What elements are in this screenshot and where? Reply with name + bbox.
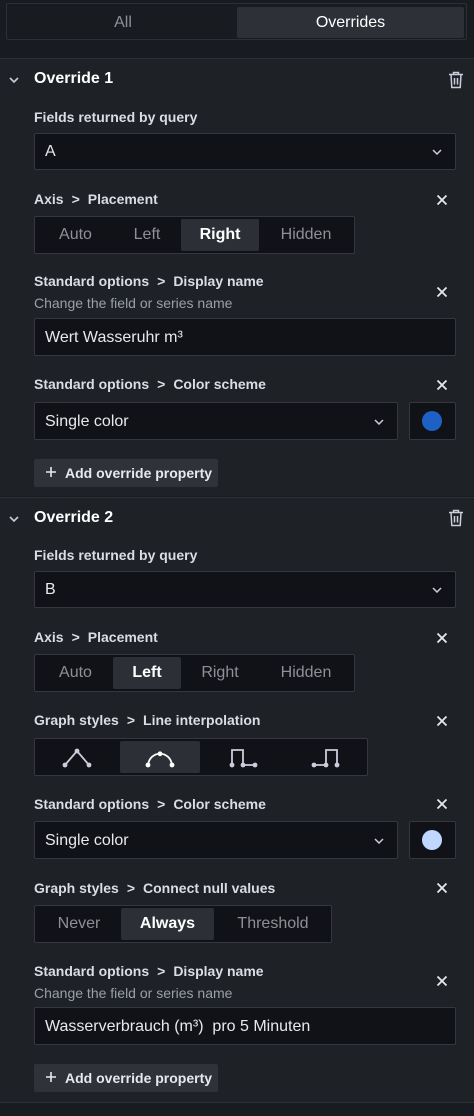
option-always[interactable]: Always [121, 908, 214, 940]
color-swatch-button[interactable] [409, 821, 456, 859]
option-linear[interactable] [37, 741, 117, 773]
display-name-input[interactable]: Wert Wasseruhr m³ [34, 318, 456, 356]
option-right[interactable]: Right [181, 657, 259, 689]
close-icon[interactable] [436, 379, 448, 391]
close-icon[interactable] [436, 882, 448, 894]
property-label-display-name: Standard options > Display name [34, 273, 264, 289]
override-1-title: Override 1 [34, 70, 114, 87]
plus-icon [46, 467, 56, 477]
connect-null-radio: Never Always Threshold [34, 905, 332, 943]
option-threshold[interactable]: Threshold [217, 908, 329, 940]
property-label-display-name: Standard options > Display name [34, 963, 264, 979]
plus-icon [46, 1072, 56, 1082]
display-name-value: Wert Wasseruhr m³ [45, 329, 183, 346]
close-icon[interactable] [436, 286, 448, 298]
tab-all[interactable]: All [10, 7, 236, 38]
color-swatch [422, 830, 442, 850]
option-step-before[interactable] [286, 741, 366, 773]
override-2-title: Override 2 [34, 509, 114, 526]
property-description: Change the field or series name [34, 295, 233, 311]
property-label-color-scheme: Standard options > Color scheme [34, 376, 266, 392]
chevron-down-icon [432, 587, 442, 593]
close-icon[interactable] [436, 715, 448, 727]
query-select[interactable]: B [34, 571, 456, 608]
close-icon[interactable] [436, 632, 448, 644]
chevron-down-icon [432, 149, 442, 155]
step-before-icon [311, 749, 340, 768]
chevron-down-icon [374, 419, 384, 425]
matcher-label: Fields returned by query [34, 109, 198, 125]
color-swatch-button[interactable] [409, 402, 456, 440]
line-interpolation-radio [34, 738, 368, 776]
property-label-color-scheme: Standard options > Color scheme [34, 796, 266, 812]
add-override-label: Add override property [65, 1070, 213, 1086]
axis-placement-radio: Auto Left Right Hidden [34, 654, 355, 692]
color-swatch [422, 411, 442, 431]
axis-placement-radio: Auto Left Right Hidden [34, 216, 355, 254]
property-label-connect-null: Graph styles > Connect null values [34, 880, 276, 896]
option-left[interactable]: Left [108, 219, 186, 251]
option-smooth[interactable] [120, 741, 200, 773]
add-override-label: Add override property [65, 465, 213, 481]
close-icon[interactable] [436, 975, 448, 987]
add-override-property-button[interactable]: Add override property [34, 459, 218, 487]
property-label-line-interpolation: Graph styles > Line interpolation [34, 712, 261, 728]
color-scheme-select[interactable]: Single color [34, 402, 398, 440]
tab-overrides[interactable]: Overrides [237, 7, 464, 38]
line-linear-icon [62, 748, 92, 768]
add-override-property-button[interactable]: Add override property [34, 1064, 218, 1092]
property-label-axis: Axis > Placement [34, 191, 158, 207]
chevron-down-icon[interactable] [8, 74, 20, 86]
color-scheme-value: Single color [45, 413, 129, 430]
close-icon[interactable] [436, 194, 448, 206]
option-right[interactable]: Right [181, 219, 259, 251]
line-smooth-icon [145, 751, 175, 768]
matcher-label: Fields returned by query [34, 547, 198, 563]
query-select-value: A [45, 143, 56, 160]
option-hidden[interactable]: Hidden [263, 657, 349, 689]
option-auto[interactable]: Auto [37, 657, 114, 689]
trash-icon[interactable] [448, 71, 464, 89]
tabs-bar: All Overrides [6, 3, 467, 40]
property-label-axis: Axis > Placement [34, 629, 158, 645]
query-select[interactable]: A [34, 133, 456, 170]
trash-icon[interactable] [448, 509, 464, 527]
close-icon[interactable] [436, 798, 448, 810]
color-scheme-value: Single color [45, 832, 129, 849]
option-never[interactable]: Never [37, 908, 121, 940]
display-name-input[interactable]: Wasserverbrauch (m³) pro 5 Minuten [34, 1007, 456, 1045]
option-hidden[interactable]: Hidden [263, 219, 349, 251]
property-description: Change the field or series name [34, 985, 233, 1001]
display-name-value: Wasserverbrauch (m³) pro 5 Minuten [45, 1018, 311, 1035]
color-scheme-select[interactable]: Single color [34, 821, 398, 859]
divider [0, 1102, 474, 1103]
option-left[interactable]: Left [113, 657, 181, 689]
option-step-after[interactable] [203, 741, 283, 773]
step-after-icon [229, 749, 258, 768]
query-select-value: B [45, 581, 56, 598]
option-auto[interactable]: Auto [37, 219, 114, 251]
chevron-down-icon[interactable] [8, 513, 20, 525]
chevron-down-icon [374, 838, 384, 844]
